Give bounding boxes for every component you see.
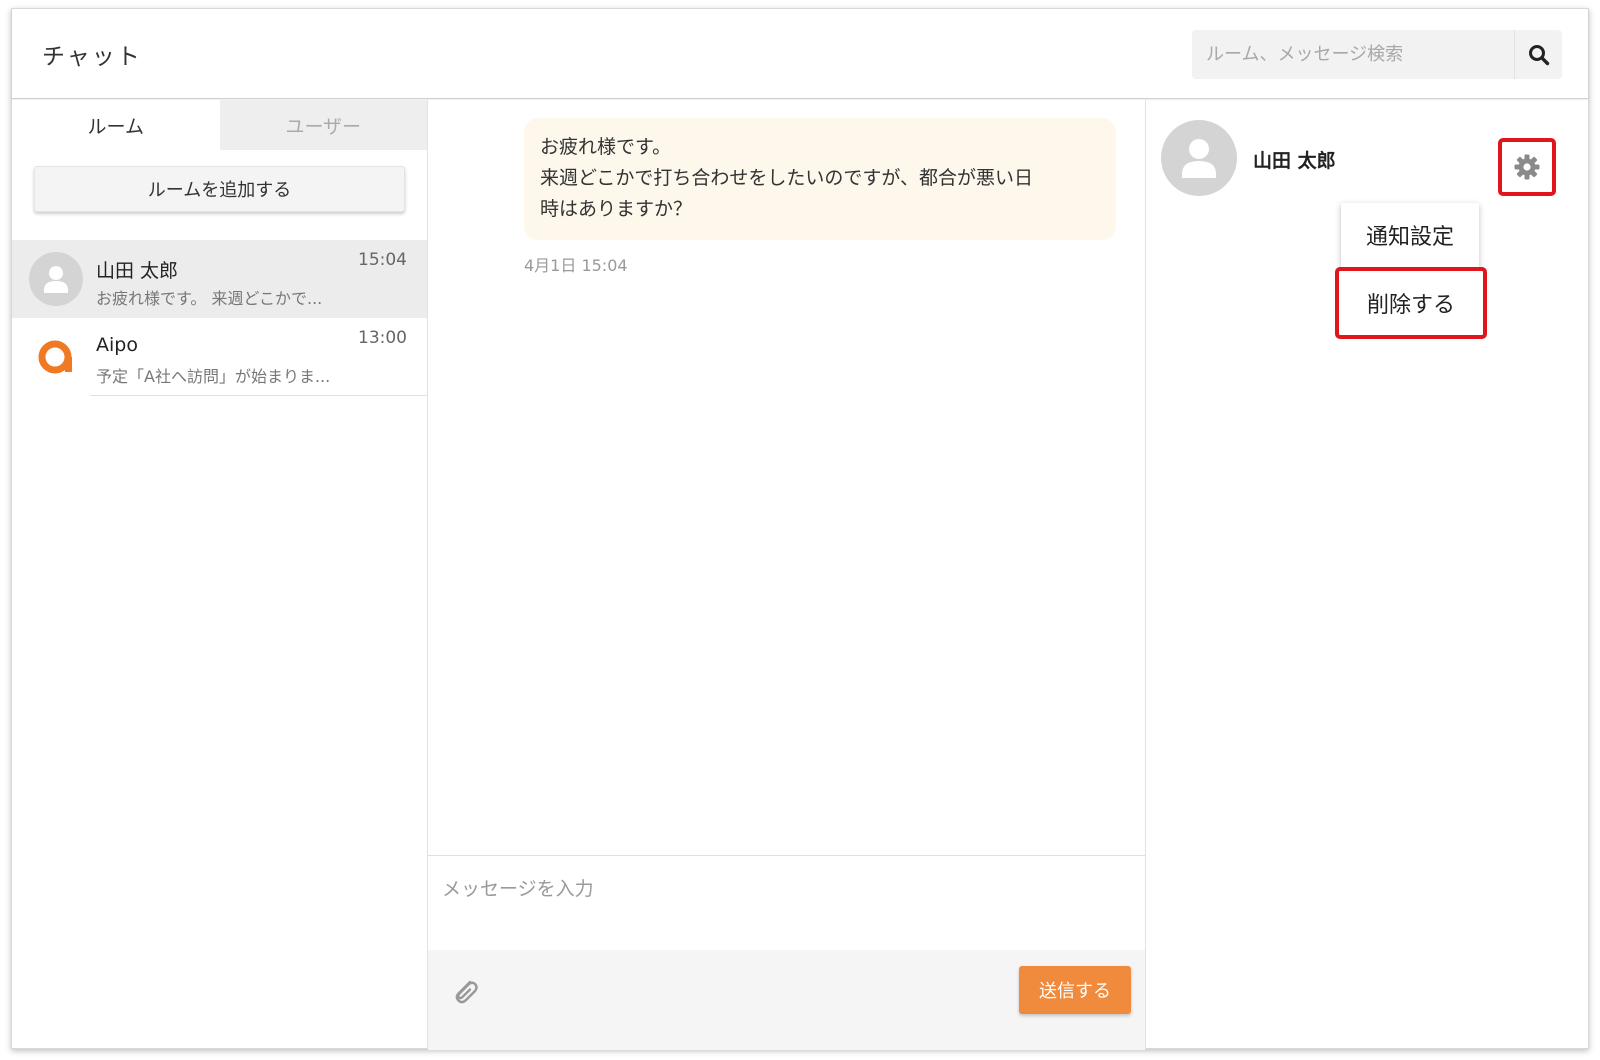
room-sidebar: ルーム ユーザー ルームを追加する 山田 太郎 15:04 お疲れ様です。 来週…: [12, 100, 428, 1049]
sidebar-tabs: ルーム ユーザー: [12, 100, 427, 150]
chat-window: チャット ルーム ユーザー ルームを追加する: [11, 8, 1589, 1050]
settings-menu: 通知設定 削除する: [1335, 203, 1487, 339]
message-timestamp: 4月1日 15:04: [524, 256, 628, 275]
user-avatar-icon: [29, 252, 83, 306]
search-icon: [1528, 44, 1549, 65]
add-room-button[interactable]: ルームを追加する: [34, 166, 405, 212]
room-name: 山田 太郎: [96, 260, 179, 282]
conversation-pane: お疲れ様です。 来週どこかで打ち合わせをしたいのですが、都合が悪い日 時はありま…: [428, 100, 1146, 1050]
message-line: 来週どこかで打ち合わせをしたいのですが、都合が悪い日: [540, 167, 1034, 189]
aipo-logo-icon: [29, 330, 83, 384]
attach-file-button[interactable]: [450, 974, 480, 1008]
app-header: チャット: [12, 9, 1588, 99]
room-item-yamada[interactable]: 山田 太郎 15:04 お疲れ様です。 来週どこかで...: [12, 240, 427, 318]
search-input[interactable]: [1192, 30, 1514, 79]
room-divider: [90, 395, 427, 396]
room-item-aipo[interactable]: Aipo 13:00 予定「A社へ訪問」が始まりま...: [12, 318, 427, 396]
app-title: チャット: [42, 44, 142, 70]
gear-icon: [1514, 154, 1540, 180]
message-line: 時はありますか？: [540, 198, 693, 220]
search-button[interactable]: [1514, 30, 1562, 79]
room-list: 山田 太郎 15:04 お疲れ様です。 来週どこかで... Aipo 13:00…: [12, 240, 427, 396]
send-button[interactable]: 送信する: [1019, 966, 1131, 1014]
message-input[interactable]: [428, 856, 1145, 950]
message-composer: 送信する: [428, 855, 1145, 1050]
message-bubble: お疲れ様です。 来週どこかで打ち合わせをしたいのですが、都合が悪い日 時はありま…: [524, 118, 1116, 240]
room-time: 15:04: [358, 250, 407, 270]
room-name: Aipo: [96, 334, 138, 356]
settings-button[interactable]: [1498, 138, 1556, 196]
tab-users[interactable]: ユーザー: [219, 100, 427, 150]
search-box: [1192, 30, 1562, 79]
message-line: お疲れ様です。: [540, 136, 672, 158]
room-user-name: 山田 太郎: [1253, 150, 1336, 172]
composer-toolbar: 送信する: [428, 950, 1145, 1050]
menu-item-notification-settings[interactable]: 通知設定: [1341, 203, 1479, 267]
room-preview: 予定「A社へ訪問」が始まりま...: [96, 367, 331, 386]
paperclip-icon: [455, 980, 478, 1004]
user-avatar-icon: [1161, 120, 1237, 196]
room-preview: お疲れ様です。 来週どこかで...: [96, 289, 323, 308]
tab-rooms[interactable]: ルーム: [12, 100, 220, 150]
room-time: 13:00: [358, 328, 407, 348]
room-info-pane: 山田 太郎 通知設定 削除する: [1147, 100, 1588, 1049]
menu-item-delete[interactable]: 削除する: [1335, 267, 1487, 339]
